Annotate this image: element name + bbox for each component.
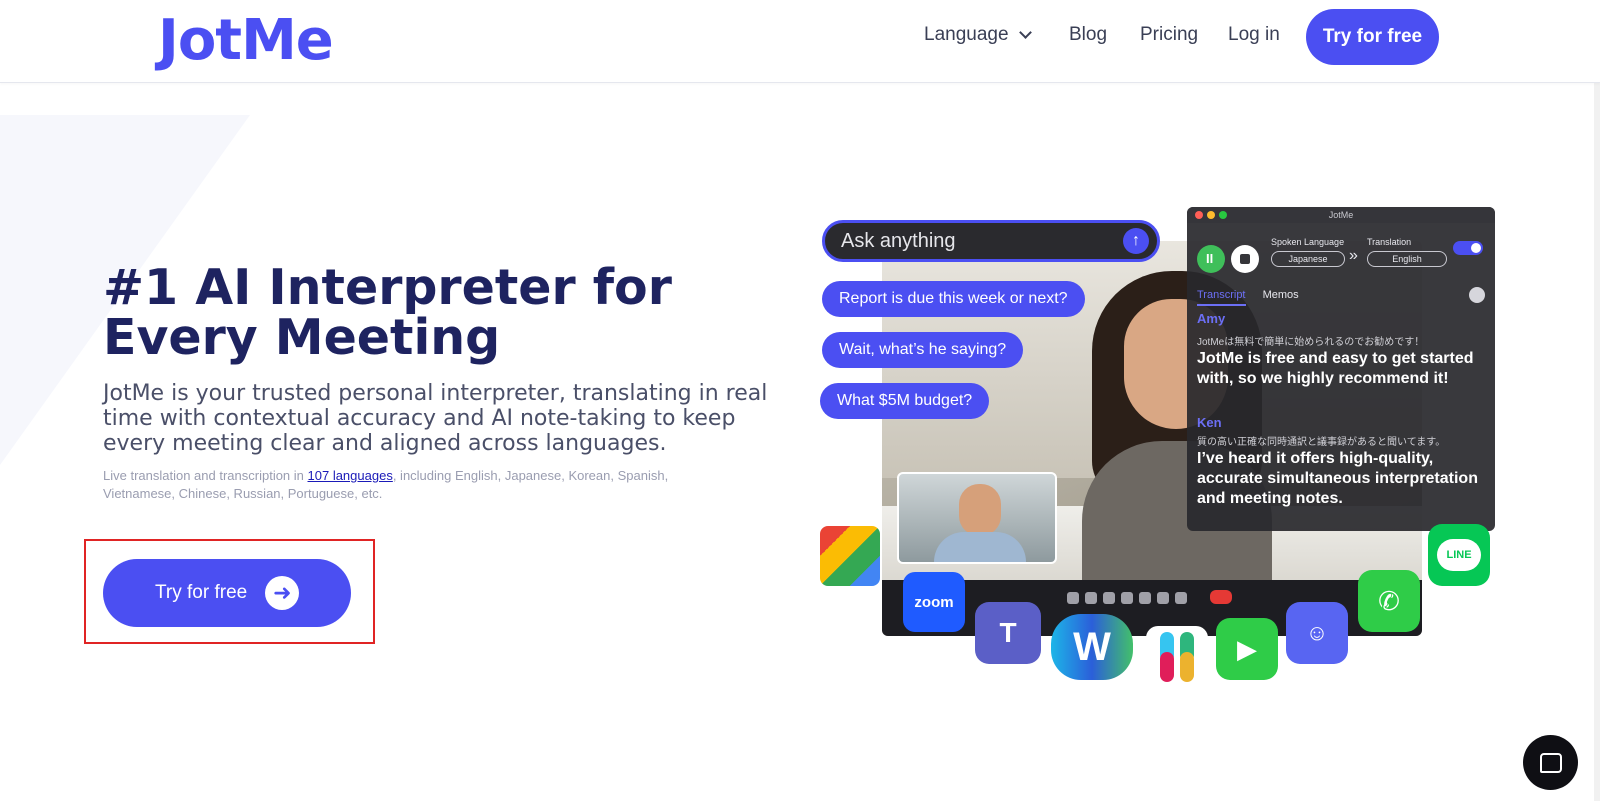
- nav-pricing-link[interactable]: Pricing: [1140, 24, 1198, 46]
- spoken-language-label: Spoken Language: [1271, 237, 1345, 247]
- nav-blog-link[interactable]: Blog: [1069, 24, 1107, 46]
- send-arrow-icon: ↑: [1123, 228, 1149, 254]
- page-scrollbar[interactable]: [1594, 0, 1600, 801]
- slack-icon: [1146, 626, 1208, 688]
- question-chip: Report is due this week or next?: [822, 281, 1085, 317]
- question-chip: What $5M budget?: [820, 383, 990, 419]
- pin-icon: [1469, 287, 1485, 303]
- panel-titlebar: JotMe: [1187, 207, 1495, 223]
- more-icon: [1175, 592, 1187, 604]
- close-dot-icon: [1195, 211, 1203, 219]
- hero-note-prefix: Live translation and transcription in: [103, 468, 308, 483]
- tab-memos: Memos: [1262, 289, 1299, 301]
- whatsapp-icon: ✆: [1358, 570, 1420, 632]
- double-chevron-icon: »: [1349, 247, 1358, 264]
- ask-placeholder: Ask anything: [841, 229, 956, 252]
- transcript-english: JotMe is free and easy to get started wi…: [1197, 350, 1474, 387]
- header-try-free-button[interactable]: Try for free: [1306, 9, 1439, 65]
- participant-man-tile: [897, 472, 1057, 564]
- nav-language-label: Language: [924, 24, 1009, 45]
- man-head: [959, 484, 1001, 536]
- arrow-right-icon: ➜: [265, 576, 300, 610]
- transcript-japanese: 質の高い正確な同時通訳と議事録があると聞いてます。: [1197, 437, 1446, 448]
- minimize-dot-icon: [1207, 211, 1215, 219]
- webex-icon: W: [1051, 614, 1133, 680]
- chat-icon: [1539, 752, 1562, 773]
- zoom-icon: zoom: [903, 572, 965, 632]
- nav-language-dropdown[interactable]: Language: [924, 24, 1032, 46]
- panel-tabs: Transcript Memos: [1197, 289, 1299, 306]
- jotme-app-panel: JotMe Spoken Language Japanese » Transla…: [1187, 207, 1495, 531]
- translation-language-select: English: [1367, 251, 1447, 267]
- tab-transcript: Transcript: [1197, 289, 1246, 306]
- hero-try-free-button[interactable]: Try for free ➜: [103, 559, 351, 627]
- spoken-language-select: Japanese: [1271, 251, 1345, 267]
- mic-icon: [1067, 592, 1079, 604]
- speaker-name: Amy: [1197, 311, 1226, 326]
- stop-icon: [1231, 245, 1259, 273]
- line-wordmark: LINE: [1437, 539, 1481, 571]
- nav-login-link[interactable]: Log in: [1228, 24, 1280, 46]
- translation-toggle: [1453, 241, 1483, 255]
- site-header: JotMe Language Blog Pricing Log in Try f…: [0, 0, 1600, 83]
- hero-language-note: Live translation and transcription in 10…: [103, 467, 743, 503]
- question-chip: Wait, what’s he saying?: [822, 332, 1024, 368]
- end-call-icon: [1210, 590, 1232, 604]
- ask-anything-bar: Ask anything ↑: [822, 220, 1160, 262]
- hero-cta-label: Try for free: [155, 582, 248, 603]
- discord-icon: ☺: [1286, 602, 1348, 664]
- brand-logo[interactable]: JotMe: [158, 8, 334, 73]
- screen-icon: [1139, 592, 1151, 604]
- hero-subtitle: JotMe is your trusted personal interpret…: [103, 381, 768, 456]
- camera-icon: [1085, 592, 1097, 604]
- maximize-dot-icon: [1219, 211, 1227, 219]
- line-icon: LINE: [1428, 524, 1490, 586]
- zoom-wordmark: zoom: [914, 593, 954, 611]
- languages-link[interactable]: 107 languages: [308, 468, 393, 483]
- pause-icon: [1197, 245, 1225, 273]
- transcript-english: I’ve heard it offers high-quality, accur…: [1197, 450, 1478, 507]
- google-meet-icon: [820, 526, 880, 586]
- translation-label: Translation: [1367, 237, 1412, 247]
- toolbar-controls: [1067, 592, 1187, 604]
- panel-window-title: JotMe: [1328, 210, 1354, 220]
- facetime-icon: ▶: [1216, 618, 1278, 680]
- captions-icon: [1103, 592, 1115, 604]
- chat-support-button[interactable]: [1523, 735, 1578, 790]
- speaker-name: Ken: [1197, 415, 1222, 430]
- hero-title: #1 AI Interpreter for Every Meeting: [103, 259, 672, 366]
- man-shirt: [934, 532, 1026, 562]
- chevron-down-icon: [1018, 26, 1032, 39]
- microsoft-teams-icon: T: [975, 602, 1041, 664]
- hand-icon: [1157, 592, 1169, 604]
- share-icon: [1121, 592, 1133, 604]
- transcript-japanese: JotMeは無料で簡単に始められるのでお勧めです！: [1197, 337, 1425, 348]
